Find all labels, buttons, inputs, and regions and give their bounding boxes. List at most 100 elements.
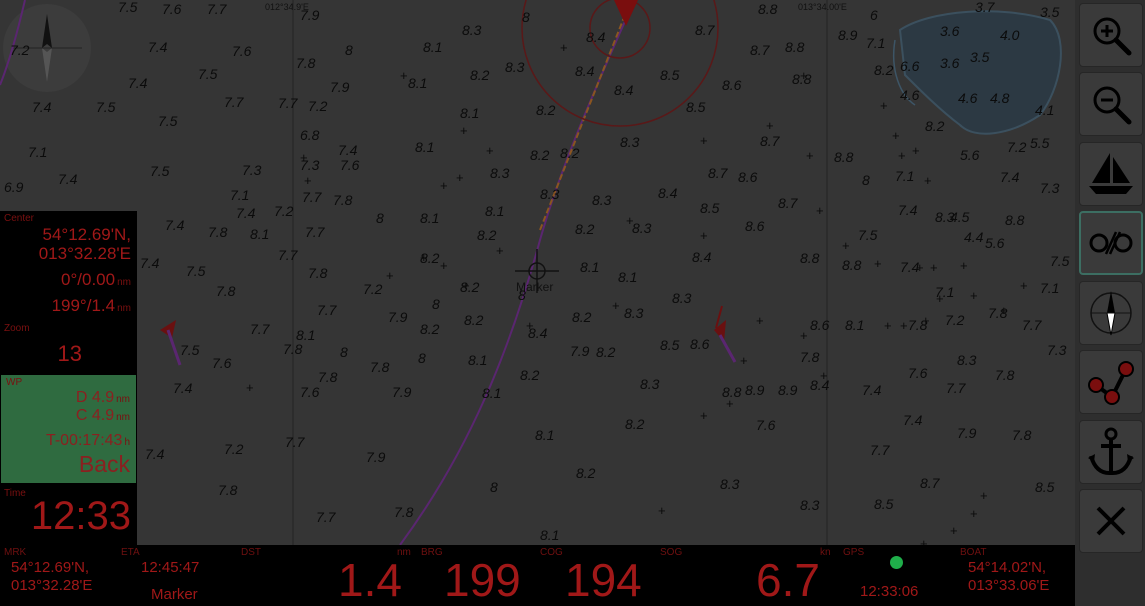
compass-button[interactable] [1079, 281, 1143, 345]
svg-text:8.1: 8.1 [482, 385, 501, 401]
svg-text:7.2: 7.2 [224, 441, 244, 457]
svg-text:7.6: 7.6 [232, 43, 252, 59]
svg-text:8.8: 8.8 [758, 1, 778, 17]
svg-text:7.7: 7.7 [317, 302, 338, 318]
lock-toggle-button[interactable] [1079, 211, 1143, 275]
svg-text:7.8: 7.8 [216, 283, 236, 299]
svg-text:8.2: 8.2 [596, 344, 616, 360]
svg-text:7.5: 7.5 [858, 227, 878, 243]
cog-label: COG [540, 547, 563, 558]
eta-value: 12:45:47 [141, 559, 200, 576]
svg-text:7.1: 7.1 [230, 187, 249, 203]
svg-text:8.3: 8.3 [462, 22, 482, 38]
svg-text:8.7: 8.7 [760, 133, 781, 149]
svg-text:7.8: 7.8 [370, 359, 390, 375]
svg-text:8.3: 8.3 [672, 290, 692, 306]
svg-text:8.8: 8.8 [842, 257, 862, 273]
zoom-in-button[interactable] [1079, 3, 1143, 67]
svg-text:+: + [930, 260, 938, 275]
svg-text:7.4: 7.4 [1000, 169, 1020, 185]
svg-text:7.6: 7.6 [340, 157, 360, 173]
svg-text:+: + [820, 368, 828, 383]
svg-text:+: + [880, 98, 888, 113]
svg-text:8.2: 8.2 [470, 67, 490, 83]
svg-text:+: + [980, 488, 988, 503]
waypoint-label: WP [6, 377, 23, 388]
info-panel: Center 54°12.69'N, 013°32.28'E 0°/0.00 nm… [0, 211, 137, 545]
svg-text:8.3: 8.3 [957, 352, 977, 368]
waypoint-box[interactable]: WP D 4.9 nm C 4.9 nm T-00:17:43 h Back [1, 375, 136, 483]
svg-text:+: + [912, 143, 920, 158]
svg-text:+: + [700, 408, 708, 423]
zoom-out-icon [1093, 86, 1132, 125]
svg-text:3.6: 3.6 [940, 55, 960, 71]
svg-text:7.8: 7.8 [394, 504, 414, 520]
svg-text:7.7: 7.7 [285, 434, 306, 450]
svg-text:+: + [920, 536, 928, 545]
svg-text:3.7: 3.7 [975, 0, 996, 15]
svg-text:3.5: 3.5 [1040, 4, 1060, 20]
svg-text:7.6: 7.6 [212, 355, 232, 371]
svg-text:7.8: 7.8 [995, 367, 1015, 383]
svg-text:7.5: 7.5 [150, 163, 170, 179]
center-boat-button[interactable] [1079, 142, 1143, 206]
svg-text:8: 8 [522, 9, 530, 25]
svg-text:8: 8 [376, 210, 384, 226]
svg-text:4.6: 4.6 [900, 87, 920, 103]
anchor-button[interactable] [1079, 420, 1143, 484]
center-latitude: 54°12.69'N, [42, 225, 132, 244]
svg-text:+: + [726, 396, 734, 411]
svg-text:8.2: 8.2 [560, 145, 580, 161]
svg-text:7.4: 7.4 [128, 75, 148, 91]
svg-text:+: + [900, 318, 908, 333]
svg-text:8.1: 8.1 [460, 105, 479, 121]
svg-text:+: + [924, 173, 932, 188]
svg-text:8.9: 8.9 [838, 27, 858, 43]
dst-label: DST [241, 547, 261, 558]
svg-text:7.9: 7.9 [330, 79, 350, 95]
svg-text:7.4: 7.4 [898, 202, 918, 218]
zoom-out-button[interactable] [1079, 72, 1143, 136]
close-icon [1096, 506, 1126, 536]
back-button[interactable]: Back [79, 451, 130, 478]
chart-drawing: Marker 7.5 7.6 7.7 7.9 8 8.18.38 8.4 8.78.88.… [0, 0, 1070, 545]
svg-text:7.1: 7.1 [895, 168, 914, 184]
svg-text:7.5: 7.5 [180, 342, 200, 358]
svg-text:7.7: 7.7 [946, 380, 967, 396]
svg-text:8.2: 8.2 [536, 102, 556, 118]
chart-map[interactable]: 012°34.9'E 013°34.00'E Marker 7.5 7.6 7.… [0, 0, 1075, 545]
svg-text:7.8: 7.8 [308, 265, 328, 281]
svg-text:8.1: 8.1 [250, 226, 269, 242]
svg-text:8: 8 [518, 287, 526, 303]
svg-text:+: + [440, 178, 448, 193]
eta-target-name: Marker [151, 586, 198, 603]
svg-text:+: + [842, 238, 850, 253]
route-button[interactable] [1079, 350, 1143, 414]
svg-text:+: + [740, 353, 748, 368]
svg-text:+: + [816, 203, 824, 218]
svg-text:7.9: 7.9 [570, 343, 590, 359]
close-button[interactable] [1079, 489, 1143, 553]
svg-text:8.1: 8.1 [580, 259, 599, 275]
svg-text:7.8: 7.8 [208, 224, 228, 240]
svg-text:6.9: 6.9 [4, 179, 24, 195]
svg-text:+: + [806, 148, 814, 163]
svg-text:7.8: 7.8 [1012, 427, 1032, 443]
svg-text:+: + [626, 213, 634, 228]
svg-text:7.2: 7.2 [308, 98, 328, 114]
svg-text:+: + [304, 173, 312, 188]
svg-text:8.5: 8.5 [1035, 479, 1055, 495]
svg-text:+: + [246, 380, 254, 395]
svg-text:8.4: 8.4 [575, 63, 595, 79]
svg-text:8.5: 8.5 [874, 496, 894, 512]
svg-text:+: + [440, 258, 448, 273]
svg-text:7.6: 7.6 [162, 1, 182, 17]
svg-text:+: + [922, 313, 930, 328]
svg-text:+: + [936, 291, 944, 306]
svg-text:8.2: 8.2 [420, 321, 440, 337]
svg-text:8.3: 8.3 [632, 220, 652, 236]
svg-text:+: + [700, 228, 708, 243]
svg-text:8.2: 8.2 [925, 118, 945, 134]
svg-text:7.4: 7.4 [165, 217, 185, 233]
svg-text:7.4: 7.4 [338, 142, 358, 158]
